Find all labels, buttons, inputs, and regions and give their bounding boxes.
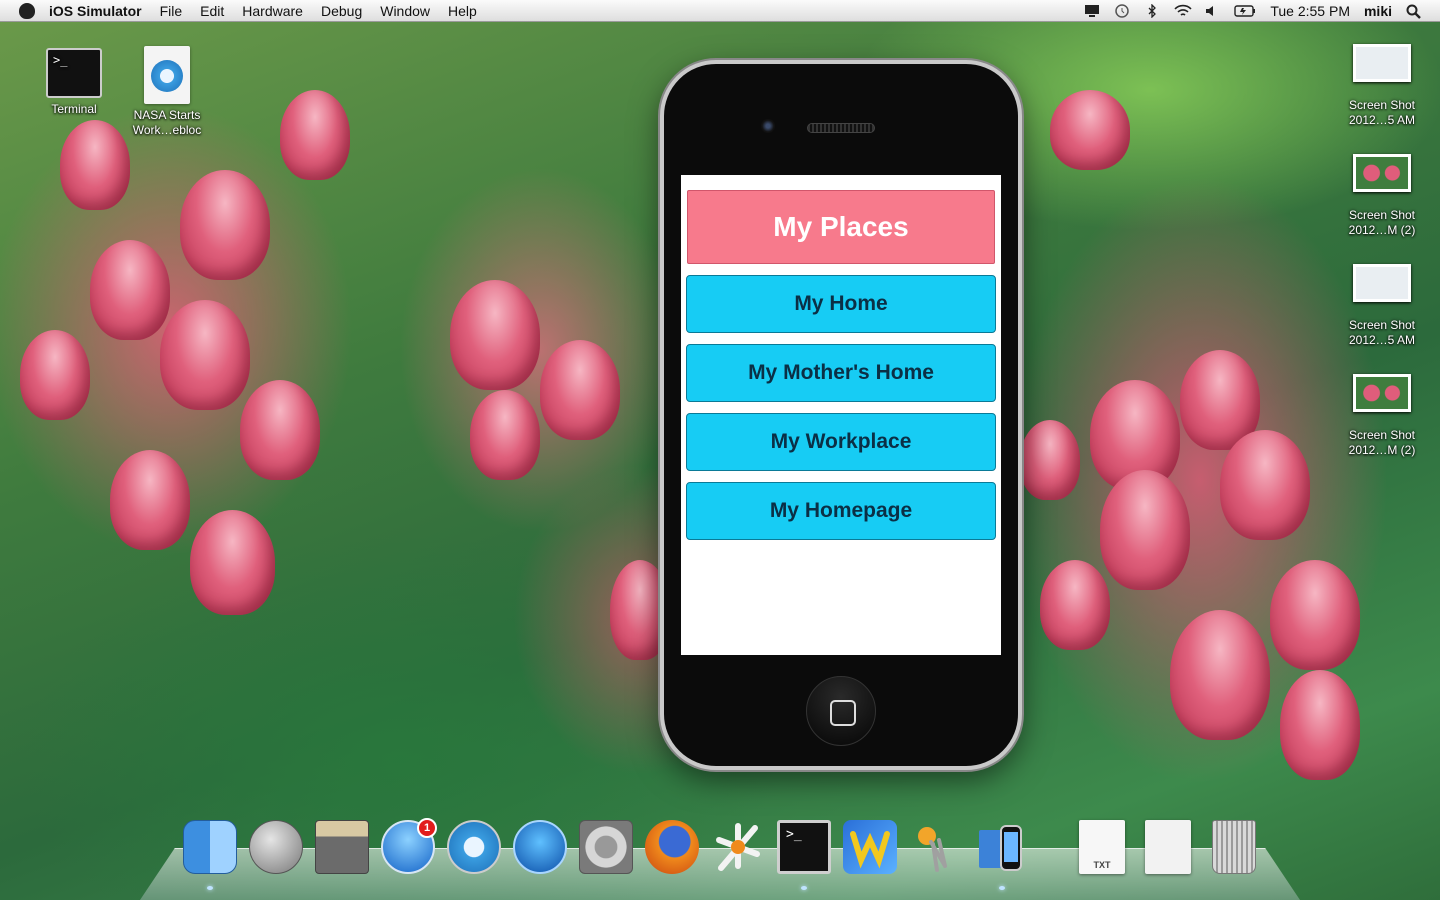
dock-item-keychain[interactable] xyxy=(908,820,964,878)
volume-icon[interactable] xyxy=(1204,4,1220,18)
desktop-icon-label: NASA Starts Work…ebloc xyxy=(132,108,202,137)
finder-icon xyxy=(183,820,237,874)
keychain-icon xyxy=(909,820,963,874)
app-title: My Places xyxy=(687,190,995,264)
front-camera-icon xyxy=(761,119,775,133)
ios-simulator-icon xyxy=(975,820,1029,874)
menu-app-name[interactable]: iOS Simulator xyxy=(49,3,142,19)
time-machine-icon[interactable] xyxy=(1114,3,1130,18)
menu-bar: iOS Simulator File Edit Hardware Debug W… xyxy=(0,0,1440,22)
dock-item-finder[interactable] xyxy=(182,820,238,890)
itunes-icon xyxy=(513,820,567,874)
dock-item-ios-simulator[interactable] xyxy=(974,820,1030,890)
display-mirroring-icon[interactable] xyxy=(1084,4,1100,18)
desktop-webloc-file[interactable]: NASA Starts Work…ebloc xyxy=(117,46,217,138)
menu-user[interactable]: miki xyxy=(1364,3,1392,19)
firefox-icon xyxy=(645,820,699,874)
running-indicator xyxy=(801,886,807,890)
spotlight-icon[interactable] xyxy=(1406,4,1422,19)
safari-webloc-icon xyxy=(144,46,190,104)
dock-item-firefox[interactable] xyxy=(644,820,700,878)
downloads-stack-icon xyxy=(1145,820,1191,874)
menu-help[interactable]: Help xyxy=(448,3,477,19)
dock-item-itunes[interactable] xyxy=(512,820,568,878)
dock-item-launchpad[interactable] xyxy=(248,820,304,878)
screenshot-thumbnail-icon xyxy=(1353,374,1411,412)
txt-label: TXT xyxy=(1093,860,1111,870)
desktop-terminal-alias[interactable]: >_ Terminal xyxy=(24,48,124,116)
apple-menu-icon[interactable] xyxy=(19,2,35,19)
home-button[interactable] xyxy=(806,676,876,746)
app-store-icon: 1 xyxy=(381,818,437,874)
desktop-icon-label: Screen Shot 2012…M (2) xyxy=(1348,428,1416,457)
desktop-screenshot-2[interactable]: Screen Shot 2012…M (2) xyxy=(1332,154,1432,238)
desktop-icon-label: Screen Shot 2012…M (2) xyxy=(1348,208,1416,237)
desktop-screenshot-3[interactable]: Screen Shot 2012…5 AM xyxy=(1332,264,1432,348)
menu-debug[interactable]: Debug xyxy=(321,3,362,19)
bluetooth-icon[interactable] xyxy=(1144,2,1160,19)
running-indicator xyxy=(207,886,213,890)
terminal-icon: >_ xyxy=(777,820,831,874)
dock-item-trash[interactable] xyxy=(1206,820,1262,878)
dock-item-instruments[interactable] xyxy=(710,820,766,878)
menu-window[interactable]: Window xyxy=(380,3,430,19)
my-home-button[interactable]: My Home xyxy=(686,275,996,333)
safari-icon xyxy=(447,820,501,874)
dock-item-safari[interactable] xyxy=(446,820,502,878)
screenshot-thumbnail-icon xyxy=(1353,264,1411,302)
menu-edit[interactable]: Edit xyxy=(200,3,224,19)
menu-file[interactable]: File xyxy=(160,3,183,19)
running-indicator xyxy=(999,886,1005,890)
web-editor-icon xyxy=(843,820,897,874)
screenshot-thumbnail-icon xyxy=(1353,154,1411,192)
earpiece-speaker xyxy=(807,123,875,133)
dock-item-terminal[interactable]: >_ xyxy=(776,820,832,890)
txt-document-icon: TXT xyxy=(1079,820,1125,874)
desktop-screenshot-4[interactable]: Screen Shot 2012…M (2) xyxy=(1332,374,1432,458)
my-workplace-button[interactable]: My Workplace xyxy=(686,413,996,471)
my-homepage-button[interactable]: My Homepage xyxy=(686,482,996,540)
instruments-icon xyxy=(711,820,765,874)
dock-item-system-preferences[interactable] xyxy=(578,820,634,878)
wifi-icon[interactable] xyxy=(1174,4,1192,18)
system-preferences-icon xyxy=(579,820,633,874)
dock-item-documents[interactable]: TXT xyxy=(1074,820,1130,878)
battery-icon[interactable] xyxy=(1234,4,1256,18)
terminal-icon: >_ xyxy=(46,48,102,98)
menu-hardware[interactable]: Hardware xyxy=(242,3,303,19)
dock-item-web-editor[interactable] xyxy=(842,820,898,878)
desktop-icon-label: Screen Shot 2012…5 AM xyxy=(1348,318,1416,347)
menu-extras: Tue 2:55 PM miki xyxy=(1084,3,1440,19)
desktop-icon-label: Terminal xyxy=(51,102,97,116)
dock-item-photo-browser[interactable] xyxy=(314,820,370,878)
dock-item-downloads[interactable] xyxy=(1140,820,1196,878)
desktop-screenshot-1[interactable]: Screen Shot 2012…5 AM xyxy=(1332,44,1432,128)
screenshot-thumbnail-icon xyxy=(1353,44,1411,82)
menu-clock[interactable]: Tue 2:55 PM xyxy=(1270,3,1350,19)
trash-icon xyxy=(1212,820,1256,874)
iphone-screen: My Places My Home My Mother's Home My Wo… xyxy=(681,175,1001,655)
my-mothers-home-button[interactable]: My Mother's Home xyxy=(686,344,996,402)
photo-browser-icon xyxy=(315,820,369,874)
dock-item-app-store[interactable]: 1 xyxy=(380,818,437,878)
launchpad-icon xyxy=(249,820,303,874)
notification-badge: 1 xyxy=(417,818,437,838)
desktop-icon-label: Screen Shot 2012…5 AM xyxy=(1348,98,1416,127)
